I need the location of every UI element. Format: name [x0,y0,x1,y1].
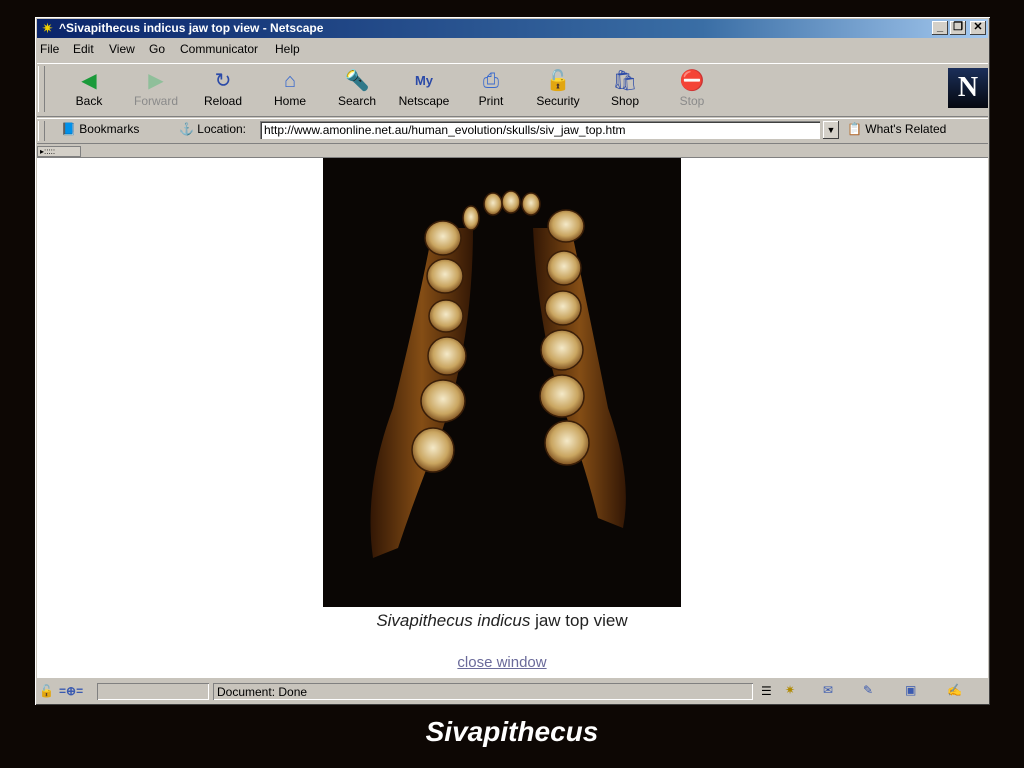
personal-toolbar-strip: ▸::::: [37,145,988,158]
forward-label: Forward [133,94,178,108]
image-caption: Sivapithecus indicus jaw top view [37,611,967,631]
search-icon: 🔦 [344,70,370,92]
minimize-button[interactable]: _ [932,21,948,35]
netscape-logo[interactable]: N [948,68,988,108]
progress-box [97,683,209,700]
security-label: Security [536,94,580,108]
menu-help[interactable]: Help [275,42,300,56]
jaw-illustration [370,190,626,558]
browser-window: ✷ ^Sivapithecus indicus jaw top view - N… [35,17,990,705]
location-toolbar: 📘 Bookmarks ⚓ Location: http://www.amonl… [37,118,988,144]
whats-related-icon: 📋 [847,122,862,136]
url-field[interactable]: http://www.amonline.net.au/human_evoluti… [260,121,820,139]
menu-view[interactable]: View [109,42,135,56]
stop-button[interactable]: ⛔ Stop [660,68,724,114]
stop-icon: ⛔ [679,70,705,92]
netscape-icon: My [414,73,434,88]
window-title: ^Sivapithecus indicus jaw top view - Net… [59,21,324,35]
location-label: Location: [197,122,246,136]
location-label-wrap: ⚓ Location: [179,122,246,136]
jaw-photo [323,158,681,607]
forward-arrow-icon: ▶ [148,70,164,92]
status-box: Document: Done [213,683,753,700]
newsgroups-icon[interactable]: ✎ [863,683,873,697]
home-button[interactable]: ⌂ Home [258,68,322,114]
menu-edit[interactable]: Edit [73,42,94,56]
location-icon[interactable]: ⚓ [179,122,194,136]
security-status-icon[interactable]: 🔓 [39,684,54,698]
whats-related-label: What's Related [865,122,947,136]
home-icon: ⌂ [283,70,297,92]
back-button[interactable]: ◀ Back [57,68,121,114]
location-toolbar-grip[interactable] [38,121,45,141]
print-label: Print [478,94,504,108]
caption-text: jaw top view [530,611,628,630]
close-button[interactable]: ✕ [970,21,986,35]
shop-icon: 🛍 [612,70,638,92]
bookmarks-label: Bookmarks [79,122,140,136]
back-label: Back [75,94,103,108]
menu-communicator[interactable]: Communicator [180,42,258,56]
reload-icon: ↻ [214,70,232,92]
whats-related-button[interactable]: 📋 What's Related [847,122,946,136]
navigator-icon[interactable]: ✷ [785,683,795,697]
reload-button[interactable]: ↻ Reload [191,68,255,114]
component-bar-icon[interactable]: ☰ [761,684,772,698]
status-text: Document: Done [217,685,308,699]
slide-title: Sivapithecus [425,716,599,747]
security-button[interactable]: 🔓 Security [526,68,590,114]
menu-bar: File Edit View Go Communicator Help [37,40,988,59]
menu-file[interactable]: File [40,42,59,56]
shop-button[interactable]: 🛍 Shop [593,68,657,114]
security-lock-icon: 🔓 [545,70,571,92]
home-label: Home [273,94,306,108]
address-book-icon[interactable]: ▣ [905,683,916,697]
shop-label: Shop [610,94,640,108]
mail-icon[interactable]: ✉ [823,683,833,697]
url-dropdown-button[interactable]: ▼ [823,121,839,139]
bookmarks-icon: 📘 [61,122,76,136]
toolbar-grip[interactable] [38,66,45,112]
menu-go[interactable]: Go [149,42,165,56]
personal-toolbar-tab[interactable]: ▸::::: [37,146,81,157]
title-bar: ✷ ^Sivapithecus indicus jaw top view - N… [37,19,988,38]
print-icon: ⎙ [483,70,499,92]
page-content: Sivapithecus indicus jaw top view close … [37,158,988,678]
connection-icon: =⊕= [59,684,84,698]
netscape-button[interactable]: My Netscape [392,68,456,114]
caption-species: Sivapithecus indicus [376,611,531,630]
restore-button[interactable]: ❐ [950,21,966,35]
bookmarks-button[interactable]: 📘 Bookmarks [61,122,139,136]
print-button[interactable]: ⎙ Print [459,68,523,114]
back-arrow-icon: ◀ [81,70,97,92]
search-button[interactable]: 🔦 Search [325,68,389,114]
search-label: Search [337,94,377,108]
stop-label: Stop [679,94,705,108]
status-bar: 🔓 =⊕= Document: Done ☰ ✷ ✉ ✎ ▣ ✍ [37,681,988,703]
composer-icon[interactable]: ✍ [947,683,962,697]
netscape-label: Netscape [398,94,450,108]
navigation-toolbar: ◀ Back ▶ Forward ↻ Reload ⌂ Home 🔦 Searc… [37,63,988,117]
netscape-window-icon[interactable]: ✷ [39,20,56,37]
close-window-link[interactable]: close window [37,654,967,671]
reload-label: Reload [203,94,243,108]
forward-button[interactable]: ▶ Forward [124,68,188,114]
